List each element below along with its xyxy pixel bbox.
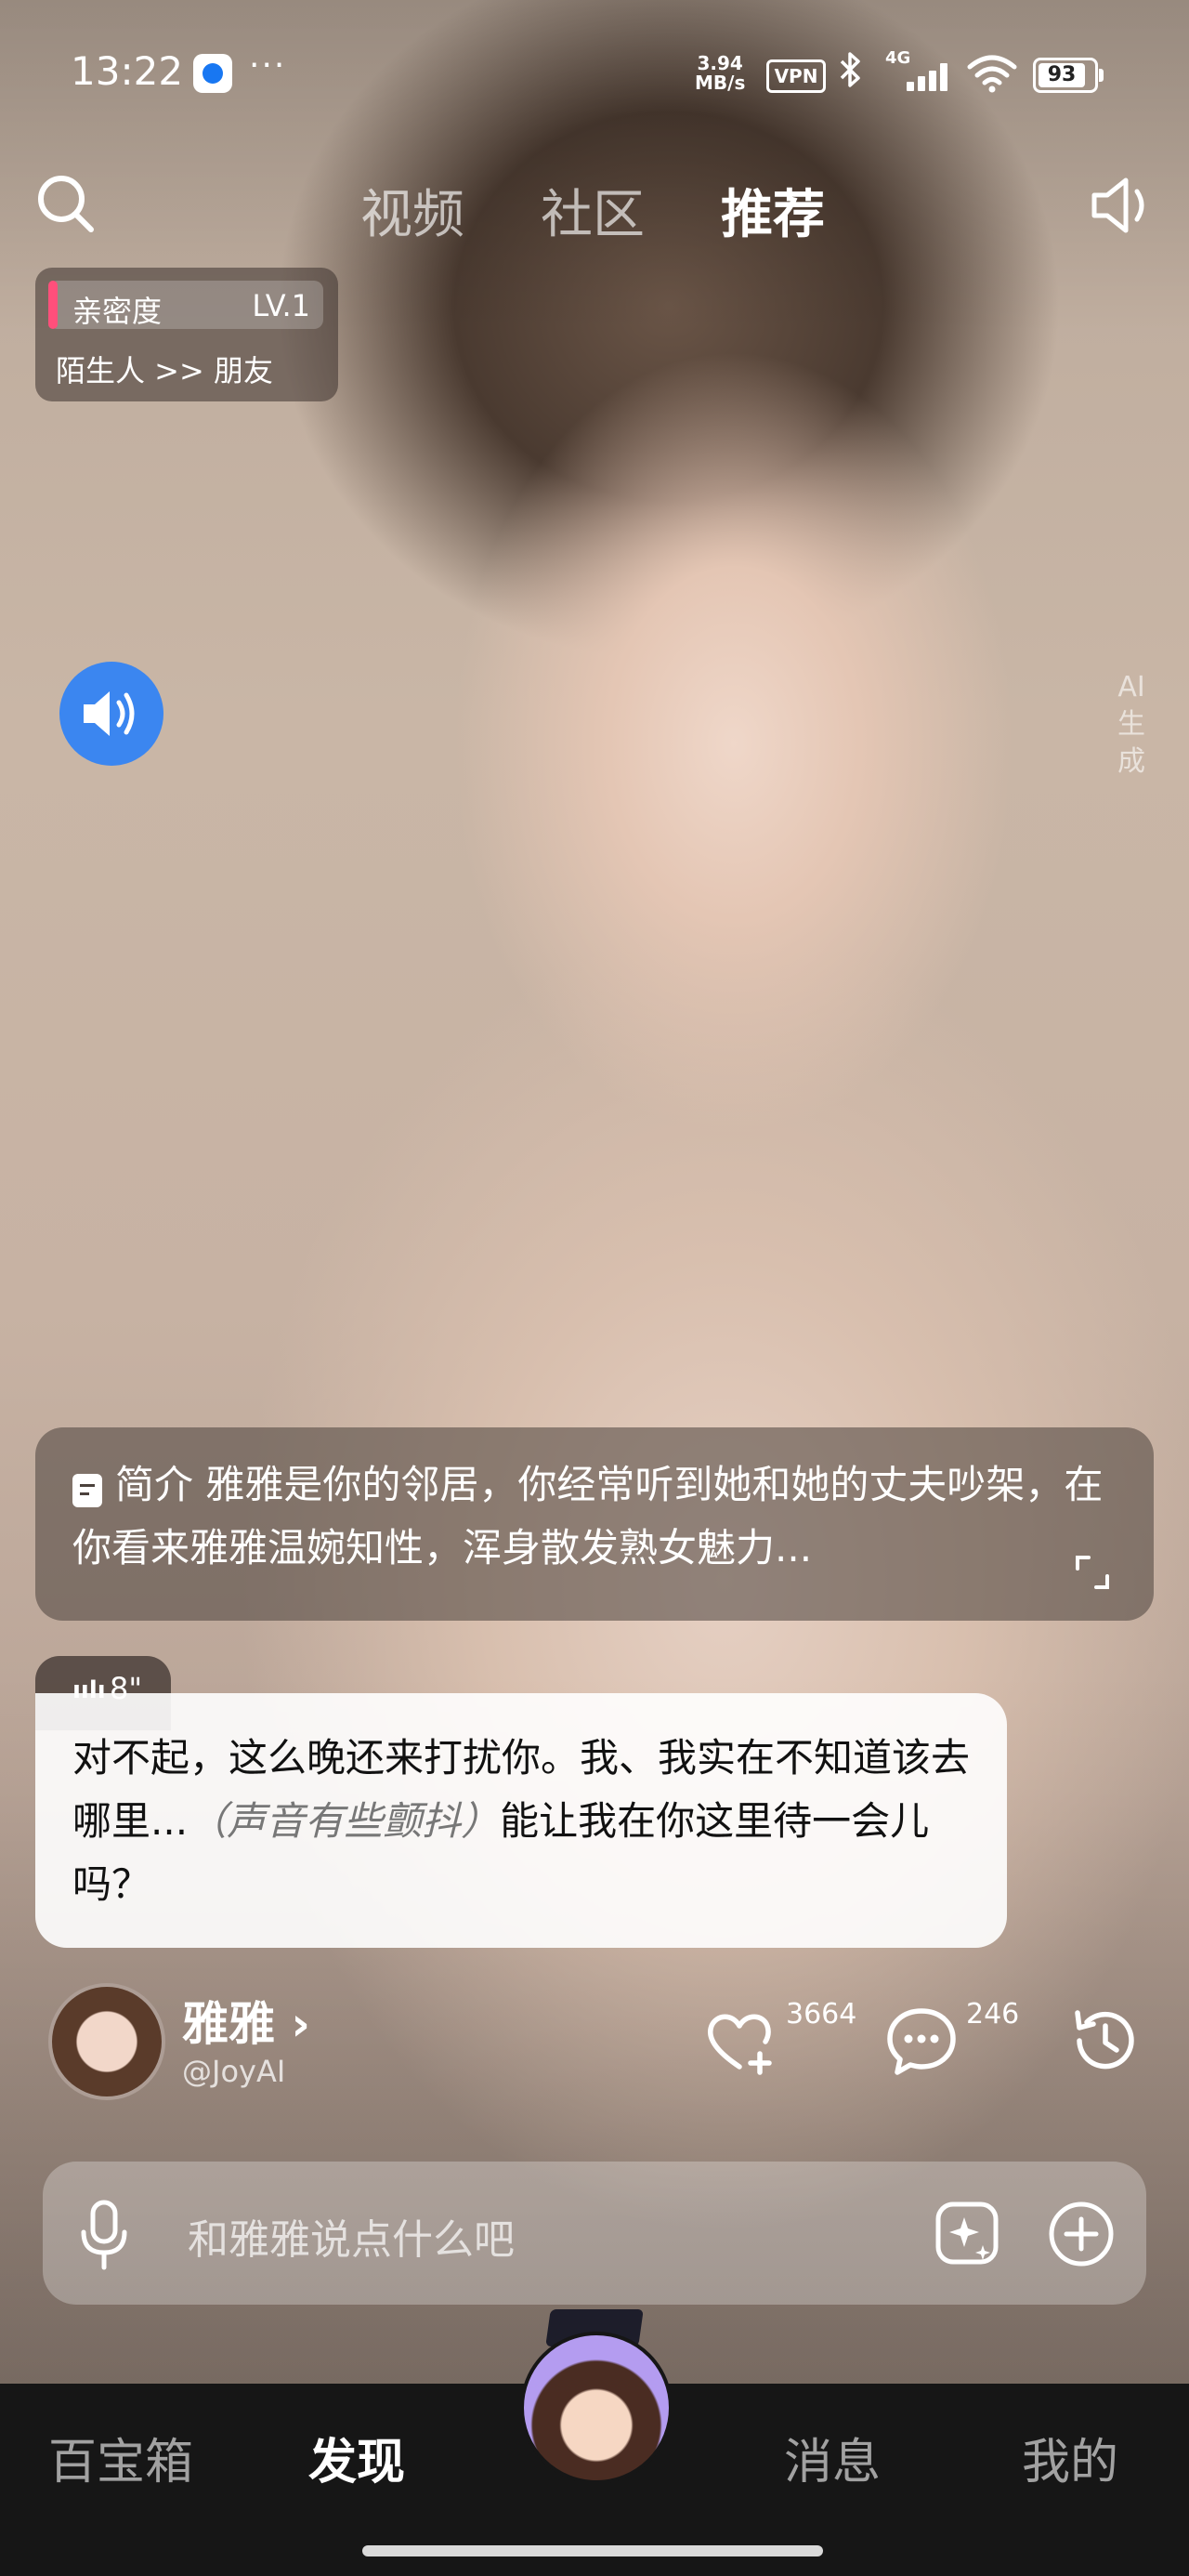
history-icon[interactable] xyxy=(1068,2004,1143,2078)
message-text: 对不起，这么晚还来打扰你。我、我实在不知道该去哪里...（声音有些颤抖）能让我在… xyxy=(72,1727,992,1916)
like-icon[interactable] xyxy=(702,2004,777,2078)
ai-tag-line: 成 xyxy=(1117,745,1145,778)
status-time: 13:22 xyxy=(71,48,184,94)
ai-suggest-icon[interactable] xyxy=(933,2199,1001,2267)
network-speed: 3.94 MB/s xyxy=(695,54,745,93)
tab-community[interactable]: 社区 xyxy=(541,173,645,248)
chat-input-bar[interactable]: 和雅雅说点什么吧 xyxy=(43,2162,1146,2305)
chat-input[interactable]: 和雅雅说点什么吧 xyxy=(188,2206,515,2266)
nav-messages[interactable]: 消息 xyxy=(784,2423,881,2492)
character-name-text: 雅雅 xyxy=(182,1997,275,2051)
ai-generated-tag: AI 生 成 xyxy=(1113,669,1150,781)
comment-icon[interactable] xyxy=(884,2004,959,2078)
character-handle: @JoyAI xyxy=(182,2054,286,2089)
character-avatar[interactable] xyxy=(48,1983,165,2100)
search-icon[interactable] xyxy=(35,171,97,236)
home-indicator[interactable] xyxy=(362,2545,823,2556)
intimacy-label: 亲密度 xyxy=(72,294,163,329)
ai-tag-line: 生 xyxy=(1117,708,1145,741)
intimacy-card[interactable]: 亲密度 LV.1 陌生人 >> 朋友 xyxy=(35,268,338,401)
ai-tag-line: AI xyxy=(1117,671,1145,703)
voice-play-button[interactable] xyxy=(59,662,163,766)
status-bar: 13:22 ··· 3.94 MB/s VPN 4G 93 xyxy=(0,0,1189,149)
relationship-status: 陌生人 >> 朋友 xyxy=(56,353,273,388)
nav-me[interactable]: 我的 xyxy=(1022,2423,1118,2492)
network-speed-unit: MB/s xyxy=(695,72,746,94)
signal-icon xyxy=(903,61,955,91)
intro-text: 简介 雅雅是你的邻居，你经常听到她和她的丈夫吵架，在你看来雅雅温婉知性，浑身散发… xyxy=(72,1462,1104,1571)
more-notifications-icon: ··· xyxy=(249,46,287,85)
expand-icon[interactable] xyxy=(1074,1554,1111,1591)
tab-recommend[interactable]: 推荐 xyxy=(721,173,825,248)
battery-icon: 93 xyxy=(1033,58,1104,93)
sound-icon[interactable] xyxy=(1089,173,1157,238)
chevron-right-icon: › xyxy=(291,1997,311,2051)
intimacy-level-bar: 亲密度 LV.1 xyxy=(48,281,323,329)
assistant-avatar-button[interactable] xyxy=(520,2332,673,2484)
nav-discover[interactable]: 发现 xyxy=(308,2423,405,2492)
network-speed-value: 3.94 xyxy=(697,52,743,74)
battery-level: 93 xyxy=(1039,63,1085,87)
bottom-nav: 百宝箱 发现 消息 我的 xyxy=(0,2309,1189,2576)
vpn-badge: VPN xyxy=(766,59,826,93)
wifi-icon xyxy=(966,52,1018,93)
tab-video[interactable]: 视频 xyxy=(360,173,464,248)
like-count: 3664 xyxy=(786,1998,857,2031)
bluetooth-icon xyxy=(838,50,864,99)
character-intro-card[interactable]: 简介 雅雅是你的邻居，你经常听到她和她的丈夫吵架，在你看来雅雅温婉知性，浑身散发… xyxy=(35,1427,1154,1621)
chat-message-bubble: 对不起，这么晚还来打扰你。我、我实在不知道该去哪里...（声音有些颤抖）能让我在… xyxy=(35,1693,1007,1948)
intimacy-level: LV.1 xyxy=(252,288,310,323)
comment-count: 246 xyxy=(966,1998,1020,2031)
app-notification-icon xyxy=(193,54,232,93)
character-name[interactable]: 雅雅 › xyxy=(182,1987,310,2054)
add-icon[interactable] xyxy=(1046,2199,1117,2269)
speaker-icon xyxy=(84,691,135,736)
message-action-text: （声音有些颤抖） xyxy=(188,1798,501,1844)
microphone-icon[interactable] xyxy=(78,2199,130,2273)
nav-toolbox[interactable]: 百宝箱 xyxy=(48,2423,193,2492)
